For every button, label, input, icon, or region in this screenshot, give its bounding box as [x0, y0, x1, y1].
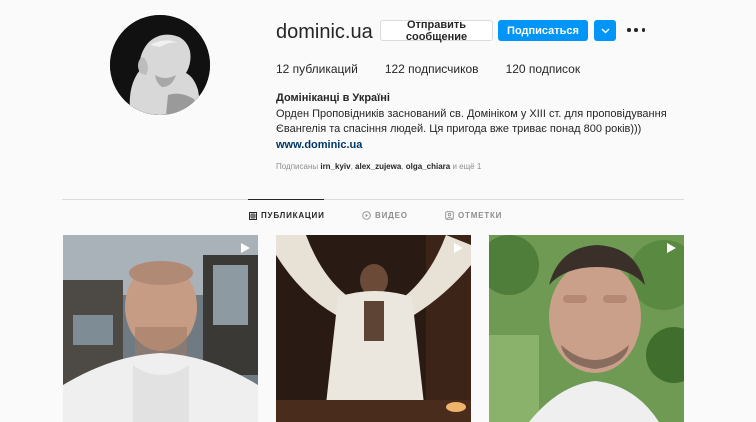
tab-videos[interactable]: ВИДЕО	[362, 211, 408, 220]
post-tile[interactable]	[489, 235, 684, 422]
post-thumbnail-image	[63, 235, 258, 422]
bio-line: Орден Проповідників заснований св. Домін…	[276, 108, 667, 120]
dot-icon	[627, 28, 631, 32]
follow-button[interactable]: Подписаться	[498, 20, 588, 41]
post-thumbnail-image	[276, 235, 471, 422]
suggestions-dropdown-button[interactable]	[594, 20, 616, 41]
video-play-icon	[454, 243, 463, 253]
video-play-icon	[667, 243, 676, 253]
follower-link[interactable]: alex_zujewa	[355, 162, 401, 171]
post-thumbnail-image	[489, 235, 684, 422]
section-divider	[62, 199, 684, 200]
profile-full-name: Домініканці в Україні	[276, 92, 390, 104]
followed-by-text: Подписаны irn_kyiv, alex_zujewa, olga_ch…	[276, 162, 482, 171]
bio-line: Євангелія та спасіння людей. Ця пригода …	[276, 123, 642, 135]
follower-link[interactable]: irn_kyiv	[320, 162, 350, 171]
tab-label: ОТМЕТКИ	[458, 211, 503, 220]
profile-bio: Орден Проповідників заснований св. Домін…	[276, 107, 696, 137]
tab-posts[interactable]: ПУБЛИКАЦИИ	[249, 211, 325, 220]
profile-stats: 12 публикаций 122 подписчиков 120 подпис…	[276, 62, 607, 76]
video-icon	[362, 211, 371, 220]
video-play-icon	[241, 243, 250, 253]
dot-icon	[634, 28, 638, 32]
active-tab-indicator	[248, 199, 324, 200]
chevron-down-icon	[601, 28, 609, 33]
tab-label: ПУБЛИКАЦИИ	[261, 211, 325, 220]
post-tile[interactable]	[63, 235, 258, 422]
avatar-portrait-image	[110, 15, 210, 115]
tab-label: ВИДЕО	[375, 211, 408, 220]
following-count[interactable]: 120 подписок	[506, 62, 581, 76]
send-message-button[interactable]: Отправить сообщение	[380, 19, 493, 43]
profile-avatar[interactable]	[110, 15, 210, 115]
profile-username: dominic.ua	[276, 21, 373, 43]
post-tile[interactable]	[276, 235, 471, 422]
profile-website-link[interactable]: www.dominic.ua	[276, 139, 362, 151]
followers-count[interactable]: 122 подписчиков	[385, 62, 479, 76]
dot-icon	[641, 28, 645, 32]
profile-tabs: ПУБЛИКАЦИИ ВИДЕО ОТМЕТКИ	[0, 211, 756, 225]
grid-icon	[249, 211, 257, 220]
posts-count: 12 публикаций	[276, 62, 358, 76]
tagged-icon	[445, 211, 454, 220]
follower-link[interactable]: olga_chiara	[406, 162, 450, 171]
more-options-button[interactable]	[627, 22, 645, 38]
tab-tagged[interactable]: ОТМЕТКИ	[445, 211, 502, 220]
